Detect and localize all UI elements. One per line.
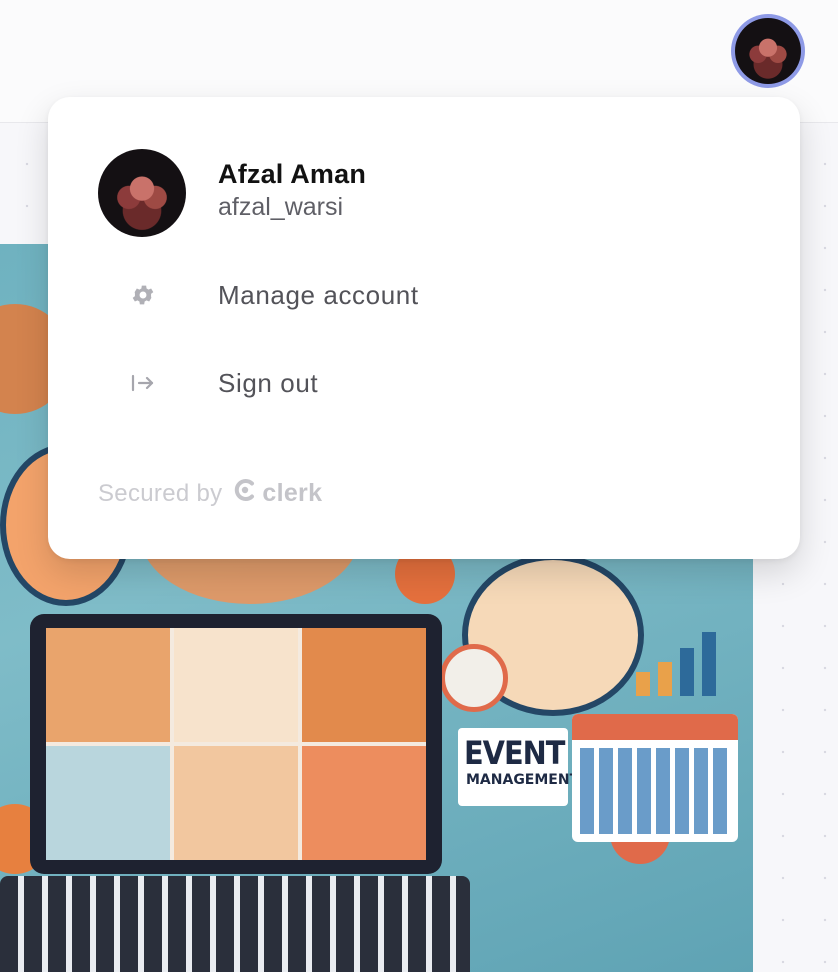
sign-out-label: Sign out [218, 367, 319, 398]
avatar [98, 149, 186, 237]
user-avatar-button[interactable] [731, 14, 805, 88]
user-profile-popover: Afzal Aman afzal_warsi Manage account Si… [48, 97, 800, 559]
event-title: EVENT [464, 734, 565, 772]
keyboard-illustration [0, 876, 470, 972]
sign-out-icon [96, 370, 190, 396]
avatar [735, 18, 801, 84]
secured-by-text: Secured by [98, 479, 223, 507]
laptop-illustration [30, 614, 442, 874]
manage-account-button[interactable]: Manage account [96, 263, 756, 327]
calendar-illustration [572, 714, 738, 842]
clerk-logo-icon [232, 477, 258, 510]
sign-out-button[interactable]: Sign out [96, 351, 756, 415]
growth-bars [636, 616, 732, 696]
user-display-name: Afzal Aman [218, 159, 367, 189]
clerk-brand-label: clerk [262, 479, 323, 507]
clerk-brand[interactable]: clerk [232, 477, 322, 510]
user-username: afzal_warsi [218, 193, 344, 221]
gear-icon [96, 282, 190, 308]
manage-account-label: Manage account [218, 279, 419, 310]
secured-by-footer: Secured by clerk [98, 477, 322, 510]
event-subtitle: MANAGEMENT [466, 772, 580, 788]
event-card: EVENT MANAGEMENT [458, 728, 579, 806]
